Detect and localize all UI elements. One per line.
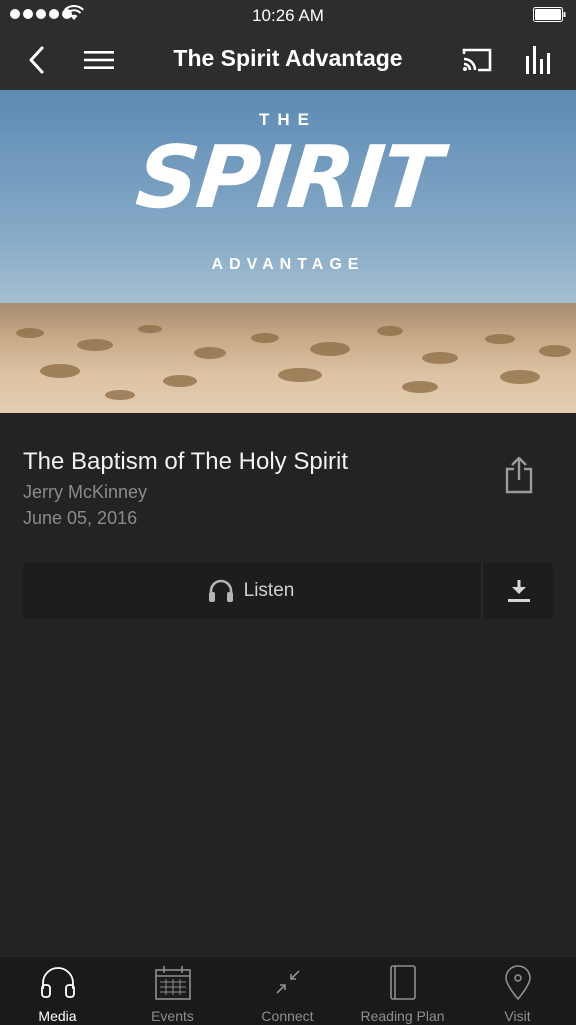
tab-media[interactable]: Media — [0, 957, 115, 1025]
status-bar: 10:26 AM — [0, 0, 576, 30]
navigation-bar: The Spirit Advantage — [0, 30, 576, 90]
headphones-icon — [40, 967, 75, 998]
listen-button[interactable]: Listen — [23, 563, 479, 619]
cast-icon — [462, 48, 492, 72]
sermon-info: The Baptism of The Holy Spirit Jerry McK… — [23, 448, 483, 529]
map-pin-icon — [504, 965, 531, 1001]
hamburger-icon — [84, 51, 114, 69]
tab-events[interactable]: Events — [115, 957, 230, 1025]
series-artwork: THE SPIRIT ADVANTAGE — [0, 90, 576, 413]
tab-label: Reading Plan — [360, 1008, 445, 1024]
tab-visit[interactable]: Visit — [460, 957, 575, 1025]
tab-label: Visit — [504, 1008, 531, 1024]
tab-reading-plan[interactable]: Reading Plan — [345, 957, 460, 1025]
battery-icon — [533, 7, 566, 22]
back-button[interactable] — [14, 40, 58, 80]
tab-label: Events — [151, 1008, 194, 1024]
menu-button[interactable] — [77, 40, 121, 80]
status-time: 10:26 AM — [252, 6, 324, 25]
tab-connect[interactable]: Connect — [230, 957, 345, 1025]
artwork-text-spirit: SPIRIT — [131, 128, 445, 228]
cast-button[interactable] — [455, 40, 499, 80]
chevron-left-icon — [29, 46, 44, 74]
sermon-title: The Baptism of The Holy Spirit — [23, 448, 349, 475]
headphones-icon — [208, 579, 233, 602]
download-icon — [508, 580, 530, 602]
bar-chart-icon — [526, 46, 550, 74]
sermon-speaker: Jerry McKinney — [23, 482, 148, 502]
stats-button[interactable] — [516, 40, 560, 80]
download-button[interactable] — [481, 563, 555, 619]
media-actions: Listen — [23, 563, 553, 619]
artwork-text-the: THE — [259, 110, 317, 129]
book-icon — [389, 965, 416, 1000]
artwork-text-advantage: ADVANTAGE — [211, 256, 365, 273]
tab-label: Connect — [261, 1008, 314, 1024]
sermon-date: June 05, 2016 — [23, 508, 138, 528]
arrows-in-icon — [275, 970, 300, 994]
share-icon — [505, 456, 533, 494]
desert-ground — [0, 303, 576, 413]
listen-label: Listen — [243, 580, 295, 601]
share-button[interactable] — [500, 454, 538, 496]
tab-label: Media — [38, 1008, 77, 1024]
calendar-icon — [154, 966, 191, 1000]
tab-bar: Media Events Connect Reading Plan Visit — [0, 956, 576, 1025]
